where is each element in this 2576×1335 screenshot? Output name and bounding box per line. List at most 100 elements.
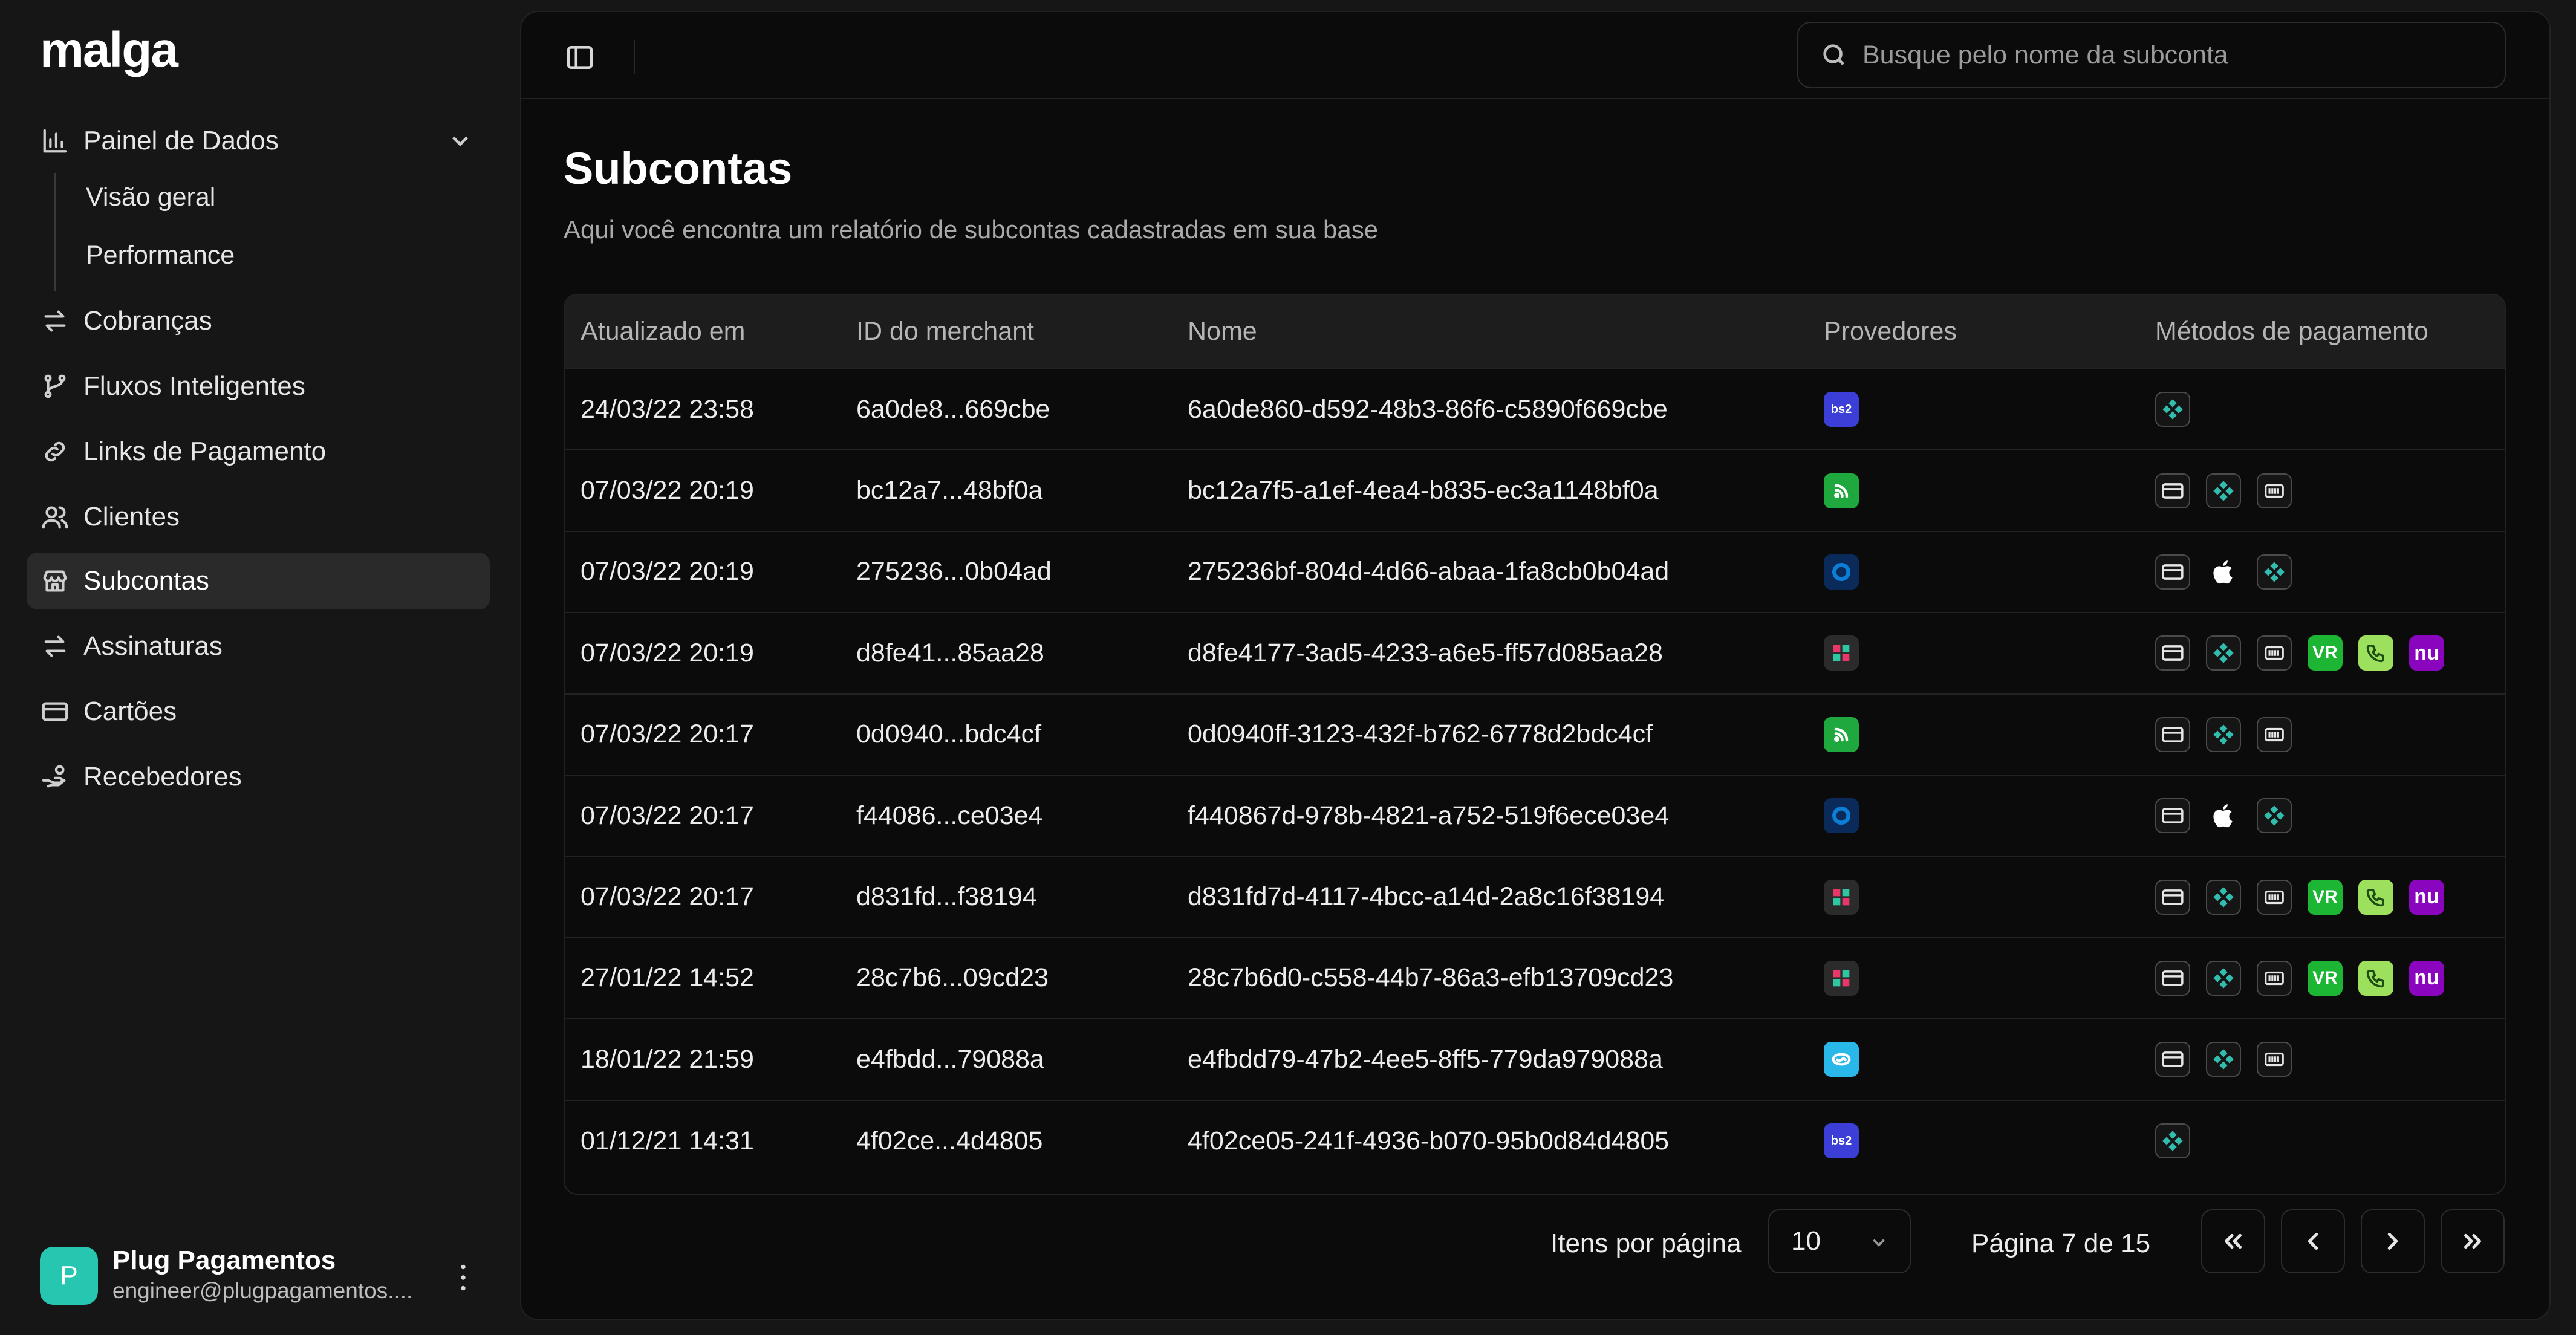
per-page-label: Itens por página [1550,1229,1742,1258]
boleto-icon [2257,716,2292,752]
search-icon [1823,44,1844,65]
table-row[interactable]: 27/01/22 14:52 28c7b6...09cd23 28c7b6d0-c5… [565,937,2505,1019]
sidebar-item-label: Painel de Dados [83,126,279,155]
cell-providers: bs2 [1808,1100,2139,1181]
sidebar-item-links-de-pagamento[interactable]: Links de Pagamento [27,423,490,480]
sidebar-item-subcontas[interactable]: Subcontas [27,553,490,609]
prev-page-button[interactable] [2281,1209,2345,1273]
last-page-button[interactable] [2441,1209,2505,1273]
more-vertical-icon[interactable] [451,1262,475,1293]
pix-icon [2155,392,2190,427]
pagseguro-provider-icon [1824,635,1859,671]
cell-name: d831fd7d-4117-4bcc-a14d-2a8c16f38194 [1188,882,1665,912]
table-header-row: Atualizado em ID do merchant Nome Proved… [565,295,2505,369]
page-subtitle: Aqui você encontra um relatório de subco… [564,215,1379,244]
cell-payment-methods: VR nu [2139,856,2505,937]
cell-payment-methods [2139,694,2505,775]
credit-card-icon [2155,473,2190,508]
apple-pay-icon [2206,554,2241,590]
cell-updated: 07/03/22 20:17 [581,801,754,830]
table-row[interactable]: 07/03/22 20:17 d831fd...f38194 d831fd7d-41… [565,856,2505,937]
cell-name: f440867d-978b-4821-a752-519f6ece03e4 [1188,801,1670,830]
page-title: Subcontas [564,143,793,193]
cell-name: 6a0de860-d592-48b3-86f6-c5890f669cbe [1188,394,1668,424]
sidebar-item-label: Recebedores [83,762,242,791]
sidebar-subitem-performance[interactable]: Performance [86,241,235,270]
cell-providers [1808,531,2139,612]
per-page-select[interactable]: 10 [1768,1209,1911,1273]
sidebar-subitem-visao-geral[interactable]: Visão geral [86,183,215,212]
pix-icon [2206,473,2241,508]
cell-merchant-id: 28c7b6...09cd23 [856,963,1049,993]
search-input[interactable] [1861,39,2468,71]
getnet-provider-icon [1824,716,1859,752]
chevron-down-icon[interactable] [446,127,474,155]
credit-card-icon [2155,960,2190,996]
sidebar-item-label: Links de Pagamento [83,437,327,466]
bar-chart-icon [40,126,70,156]
cell-merchant-id: f44086...ce03e4 [856,801,1043,830]
sidebar-item-assinaturas[interactable]: Assinaturas [27,618,490,675]
table-row[interactable]: 24/03/22 23:58 6a0de8...669cbe 6a0de860-d5… [565,369,2505,450]
pix-icon [2206,635,2241,671]
cell-providers [1808,938,2139,1019]
cell-updated: 18/01/22 21:59 [581,1044,754,1074]
cell-name: e4fbdd79-47b2-4ee5-8ff5-779da979088a [1188,1044,1663,1074]
repeat-icon [40,631,70,661]
cell-merchant-id: 275236...0b04ad [856,557,1052,586]
chevron-left-icon [2308,1233,2318,1250]
sidebar-item-fluxos-inteligentes[interactable]: Fluxos Inteligentes [27,358,490,415]
cell-payment-methods [2139,450,2505,531]
hand-coins-icon [40,762,70,792]
chevron-right-icon [2387,1233,2398,1250]
pix-icon [2206,879,2241,915]
users-icon [40,502,70,532]
cell-payment-methods: VR nu [2139,938,2505,1019]
nubank-icon: nu [2409,960,2444,996]
sidebar-item-clientes[interactable]: Clientes [27,489,490,545]
sidebar-toggle-icon[interactable] [565,42,595,73]
table-row[interactable]: 07/03/22 20:17 f44086...ce03e4 f440867d-97… [565,775,2505,856]
subaccounts-table: Atualizado em ID do merchant Nome Proved… [564,294,2506,1195]
cell-merchant-id: 0d0940...bdc4cf [856,719,1042,749]
cell-merchant-id: d831fd...f38194 [856,882,1037,912]
boleto-icon [2257,879,2292,915]
table-row[interactable]: 07/03/22 20:17 0d0940...bdc4cf 0d0940ff-31… [565,693,2505,775]
sidebar-item-label: Fluxos Inteligentes [83,371,305,401]
submenu-divider [54,173,56,291]
phone-icon [2358,635,2393,671]
sidebar-item-recebedores[interactable]: Recebedores [27,749,490,805]
cell-name: d8fe4177-3ad5-4233-a6e5-ff57d085aa28 [1188,638,1663,668]
account-email: engineer@plugpagamentos.... [112,1278,413,1303]
malga-logo[interactable]: malga [40,22,178,79]
cell-name: 4f02ce05-241f-4936-b070-95b0d84d4805 [1188,1126,1670,1155]
credit-card-icon [2155,635,2190,671]
table-row[interactable]: 07/03/22 20:19 bc12a7...48bf0a bc12a7f5-a1… [565,450,2505,531]
cell-payment-methods [2139,1100,2505,1181]
next-page-button[interactable] [2361,1209,2425,1273]
table-row[interactable]: 18/01/22 21:59 e4fbdd...79088a e4fbdd79-47… [565,1019,2505,1100]
nubank-icon: nu [2409,635,2444,671]
credit-card-icon [2155,798,2190,834]
pix-icon [2257,554,2292,590]
credit-card-icon [2155,716,2190,752]
cell-providers [1808,612,2139,693]
bs2-provider-icon: bs2 [1824,392,1859,427]
search-box[interactable] [1797,22,2506,88]
sidebar-item-painel-de-dados[interactable]: Painel de Dados [27,112,490,169]
sidebar-item-cobrancas[interactable]: Cobranças [27,293,490,349]
chevrons-right-icon [2464,1233,2481,1249]
cell-payment-methods: VR nu [2139,612,2505,693]
table-row[interactable]: 07/03/22 20:19 275236...0b04ad 275236bf-80… [565,531,2505,612]
cell-providers [1808,694,2139,775]
column-header-updated: Atualizado em [581,317,746,346]
cell-updated: 07/03/22 20:19 [581,638,754,668]
table-row[interactable]: 01/12/21 14:31 4f02ce...4d4805 4f02ce05-24… [565,1100,2505,1181]
table-row[interactable]: 07/03/22 20:19 d8fe41...85aa28 d8fe4177-3a… [565,612,2505,693]
account-switcher[interactable]: P Plug Pagamentos engineer@plugpagamento… [40,1246,499,1312]
cell-name: 28c7b6d0-c558-44b7-86a3-efb13709cd23 [1188,963,1674,993]
pagseguro-provider-icon [1824,879,1859,915]
credit-card-icon [2155,879,2190,915]
first-page-button[interactable] [2201,1209,2265,1273]
sidebar-item-cartoes[interactable]: Cartões [27,683,490,740]
